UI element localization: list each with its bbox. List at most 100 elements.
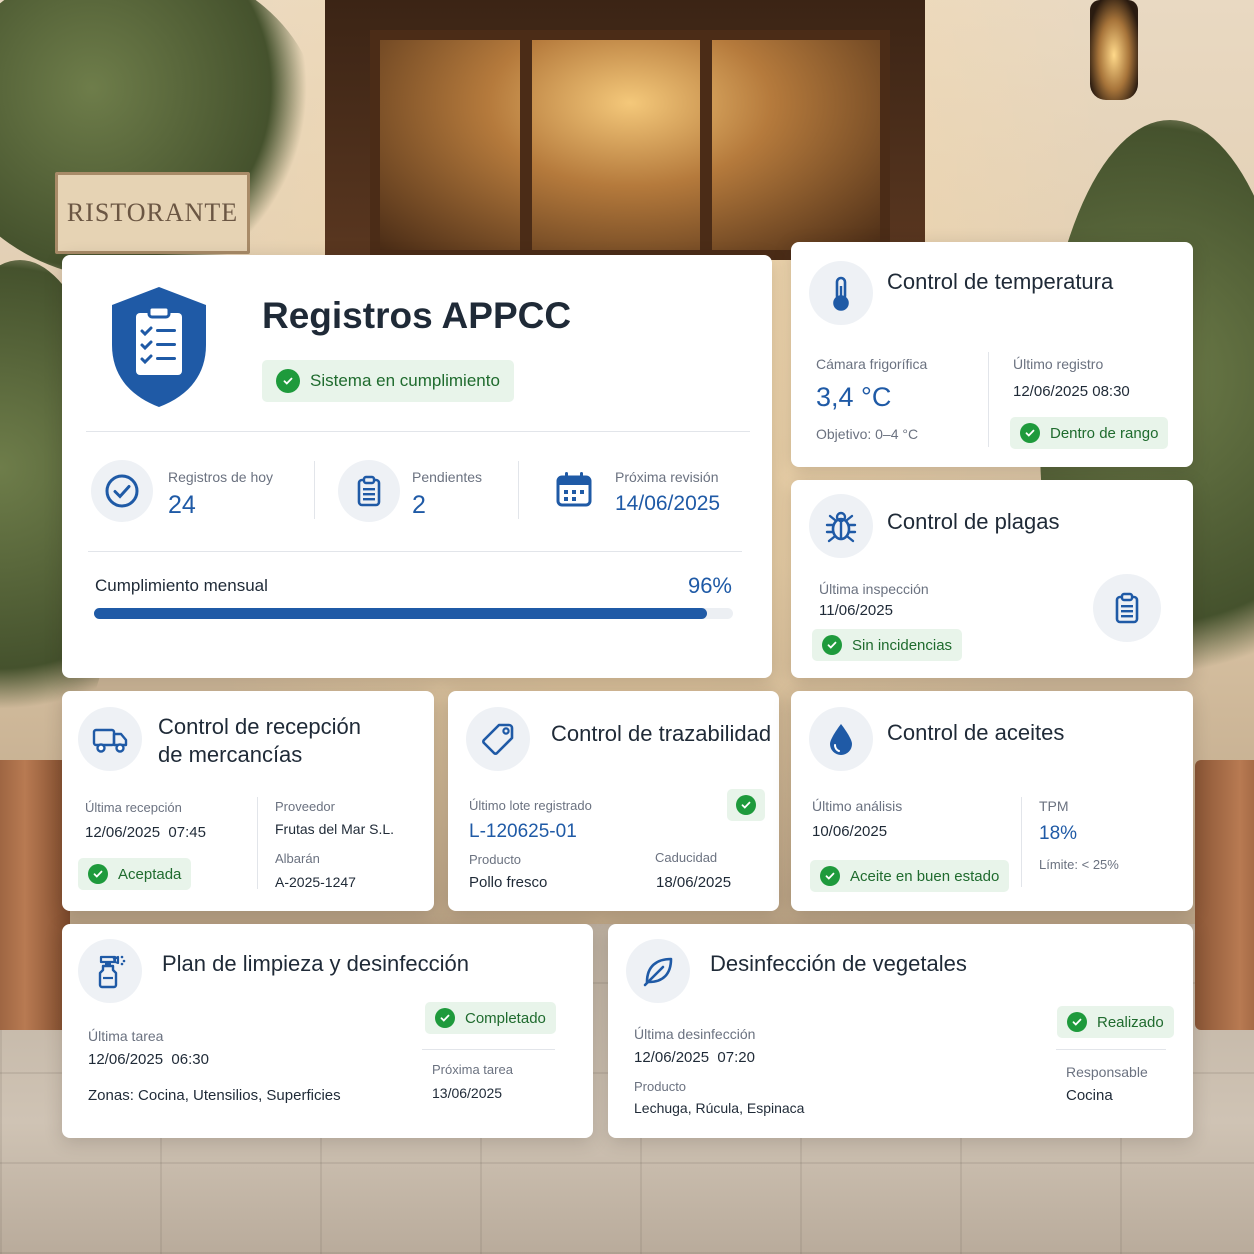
card-title: Control de trazabilidad (551, 721, 772, 746)
last-record-label: Último registro (1013, 356, 1104, 372)
tpm-value: 18% (1039, 823, 1078, 844)
last-analysis-value: 10/06/2025 (812, 823, 888, 840)
divider (988, 352, 989, 447)
check-icon (1020, 423, 1040, 443)
card-title: Control de temperatura (887, 269, 1114, 294)
calendar-icon (552, 468, 596, 512)
stat-value: 2 (412, 491, 426, 519)
stat-icon-circle (338, 460, 400, 522)
card-icon-circle (809, 707, 873, 771)
chamber-label: Cámara frigorífica (816, 356, 928, 372)
last-reception-label: Última recepción (85, 800, 182, 815)
tpm-label: TPM (1039, 798, 1069, 814)
responsible-label: Responsable (1066, 1064, 1148, 1080)
oil-drop-icon (830, 724, 852, 755)
divider (88, 551, 742, 552)
last-disinfection-value: 12/06/2025 07:20 (634, 1049, 755, 1066)
supplier-label: Proveedor (275, 799, 335, 814)
compliance-progress-track (94, 608, 733, 619)
cleaning-plan-card: Plan de limpieza y desinfección Completa… (62, 924, 593, 1138)
temperature-card: Control de temperatura Cámara frigorífic… (791, 242, 1193, 467)
cleaning-zones: Zonas: Cocina, Utensilios, Superficies (88, 1087, 341, 1104)
background-door-bar (700, 30, 712, 260)
check-circle-icon (105, 474, 139, 508)
delivery-note-value: A-2025-1247 (275, 874, 356, 890)
card-icon-circle (626, 939, 690, 1003)
card-title: Control de aceites (887, 720, 1065, 745)
check-icon (1067, 1012, 1087, 1032)
traceability-card: Control de trazabilidad Último lote regi… (448, 691, 779, 911)
product-value: Lechuga, Rúcula, Espinaca (634, 1100, 805, 1116)
target-range: Objetivo: 0–4 °C (816, 426, 919, 442)
card-icon-circle (78, 939, 142, 1003)
divider (422, 1049, 555, 1050)
card-title: Plan de limpieza y desinfección (162, 951, 469, 976)
status-text: Realizado (1097, 1013, 1164, 1031)
stat-value: 24 (168, 491, 196, 519)
clipboard-icon (357, 475, 381, 507)
card-title-line2: de mercancías (158, 742, 303, 767)
card-icon-circle (809, 494, 873, 558)
supplier-value: Frutas del Mar S.L. (275, 821, 395, 837)
delivery-note-label: Albarán (275, 851, 320, 866)
stat-label: Próxima revisión (615, 469, 719, 485)
check-icon (435, 1008, 455, 1028)
lot-number-value: L-120625-01 (469, 821, 577, 842)
divider (1056, 1049, 1166, 1050)
last-inspection-label: Última inspección (819, 581, 929, 597)
bug-icon (825, 511, 857, 543)
next-task-value: 13/06/2025 (432, 1085, 503, 1101)
expiry-label: Caducidad (655, 850, 718, 865)
check-icon (276, 369, 300, 393)
last-analysis-label: Último análisis (812, 798, 903, 814)
sign-text: RISTORANTE (66, 198, 239, 227)
status-badge: Sin incidencias (812, 629, 963, 661)
last-task-label: Última tarea (88, 1028, 164, 1044)
check-icon (820, 866, 840, 886)
background-door-glass (370, 30, 890, 260)
card-icon-circle (78, 707, 142, 771)
stat-label: Pendientes (412, 469, 483, 485)
status-badge: Dentro de rango (1010, 417, 1169, 449)
clipboard-icon (1115, 592, 1139, 624)
truck-icon (92, 728, 128, 753)
background-door-bar (520, 30, 532, 260)
goods-reception-card: Control de recepción de mercancías Últim… (62, 691, 434, 911)
compliance-label: Cumplimiento mensual (95, 576, 268, 595)
background-lamp (1090, 0, 1138, 100)
stat-label: Registros de hoy (168, 469, 274, 485)
divider (86, 431, 750, 432)
compliance-status-badge: Sistema en cumplimiento (262, 360, 514, 402)
expiry-value: 18/06/2025 (656, 874, 732, 891)
check-icon (88, 864, 108, 884)
compliance-status-text: Sistema en cumplimiento (310, 371, 500, 390)
stat-icon-circle (91, 460, 153, 522)
compliance-progress-fill (94, 608, 708, 619)
last-record-value: 12/06/2025 08:30 (1013, 383, 1130, 400)
page-title: Registros APPCC (262, 295, 572, 336)
tpm-limit: Límite: < 25% (1039, 857, 1119, 872)
verified-check-badge (727, 789, 765, 821)
vegetable-disinfection-card: Desinfección de vegetales Realizado Últi… (608, 924, 1193, 1138)
background-pot (0, 760, 70, 1030)
tag-icon (482, 723, 514, 755)
card-icon-circle (466, 707, 530, 771)
status-text: Aceite en buen estado (850, 867, 1000, 885)
status-text: Aceptada (118, 865, 182, 883)
last-reception-value: 12/06/2025 07:45 (85, 824, 206, 841)
leaf-icon (643, 957, 673, 987)
status-badge: Aceite en buen estado (810, 860, 1010, 892)
card-title-line1: Control de recepción (158, 714, 362, 739)
status-badge: Aceptada (78, 858, 192, 890)
pest-control-card: Control de plagas Última inspección 11/0… (791, 480, 1193, 678)
shield-clipboard-icon (106, 283, 212, 411)
card-title: Desinfección de vegetales (710, 951, 967, 976)
thermometer-icon (833, 276, 849, 311)
next-task-label: Próxima tarea (432, 1062, 513, 1077)
clipboard-button[interactable] (1093, 574, 1161, 642)
divider (314, 461, 315, 519)
last-inspection-value: 11/06/2025 (819, 602, 893, 619)
status-badge: Realizado (1057, 1006, 1174, 1038)
status-text: Sin incidencias (852, 636, 953, 654)
divider (518, 461, 519, 519)
